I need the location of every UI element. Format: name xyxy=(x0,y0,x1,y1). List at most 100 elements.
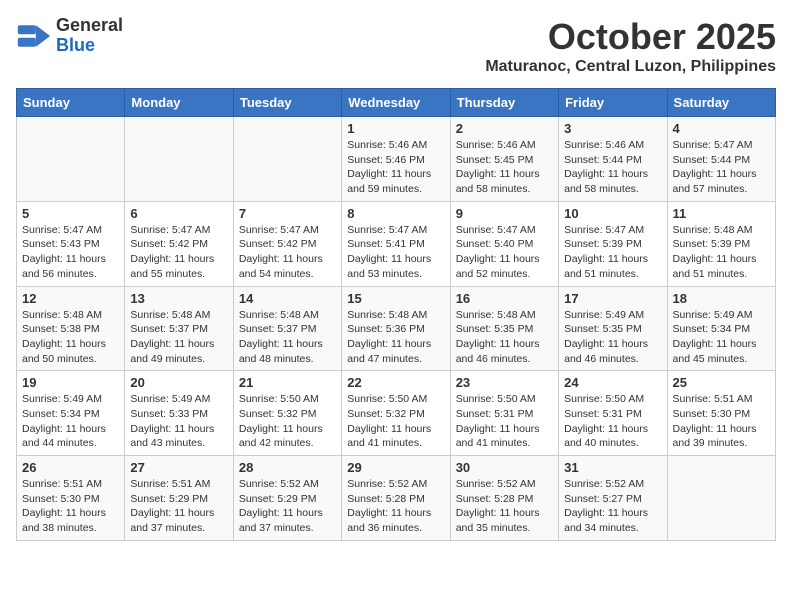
calendar-cell: 12Sunrise: 5:48 AM Sunset: 5:38 PM Dayli… xyxy=(17,286,125,371)
day-info: Sunrise: 5:47 AM Sunset: 5:39 PM Dayligh… xyxy=(564,223,661,282)
day-number: 11 xyxy=(673,206,770,221)
calendar-cell: 10 Sunrise: 5:47 AM Sunset: 5:39 PM Dayli… xyxy=(559,201,667,286)
day-number: 15 xyxy=(347,291,444,306)
day-number: 14 xyxy=(239,291,336,306)
day-info: Sunrise: 5:50 AM Sunset: 5:32 PM Dayligh… xyxy=(347,392,444,451)
day-number: 10 xyxy=(564,206,661,221)
calendar-week-1: 1 Sunrise: 5:46 AM Sunset: 5:46 PM Daylig… xyxy=(17,117,776,202)
logo-icon xyxy=(16,18,52,54)
calendar-cell xyxy=(667,456,775,541)
day-number: 23 xyxy=(456,375,553,390)
weekday-header-thursday: Thursday xyxy=(450,89,558,117)
calendar-cell: 31Sunrise: 5:52 AM Sunset: 5:27 PM Dayli… xyxy=(559,456,667,541)
calendar-cell: 7 Sunrise: 5:47 AM Sunset: 5:42 PM Daylig… xyxy=(233,201,341,286)
calendar-cell: 4Sunrise: 5:47 AM Sunset: 5:44 PM Daylig… xyxy=(667,117,775,202)
day-number: 5 xyxy=(22,206,119,221)
day-number: 18 xyxy=(673,291,770,306)
day-number: 16 xyxy=(456,291,553,306)
day-info: Sunrise: 5:47 AM Sunset: 5:40 PM Dayligh… xyxy=(456,223,553,282)
calendar-cell: 21 Sunrise: 5:50 AM Sunset: 5:32 PM Dayli… xyxy=(233,371,341,456)
day-info: Sunrise: 5:50 AM Sunset: 5:32 PM Dayligh… xyxy=(239,392,336,451)
calendar-cell: 17Sunrise: 5:49 AM Sunset: 5:35 PM Dayli… xyxy=(559,286,667,371)
day-number: 13 xyxy=(130,291,227,306)
day-number: 3 xyxy=(564,121,661,136)
calendar-cell: 27Sunrise: 5:51 AM Sunset: 5:29 PM Dayli… xyxy=(125,456,233,541)
day-number: 7 xyxy=(239,206,336,221)
calendar-cell: 3 Sunrise: 5:46 AM Sunset: 5:44 PM Daylig… xyxy=(559,117,667,202)
calendar-week-2: 5Sunrise: 5:47 AM Sunset: 5:43 PM Daylig… xyxy=(17,201,776,286)
calendar-cell: 6Sunrise: 5:47 AM Sunset: 5:42 PM Daylig… xyxy=(125,201,233,286)
day-info: Sunrise: 5:52 AM Sunset: 5:27 PM Dayligh… xyxy=(564,477,661,536)
day-info: Sunrise: 5:50 AM Sunset: 5:31 PM Dayligh… xyxy=(564,392,661,451)
calendar-cell: 11 Sunrise: 5:48 AM Sunset: 5:39 PM Dayli… xyxy=(667,201,775,286)
day-info: Sunrise: 5:48 AM Sunset: 5:36 PM Dayligh… xyxy=(347,308,444,367)
day-number: 27 xyxy=(130,460,227,475)
day-info: Sunrise: 5:48 AM Sunset: 5:39 PM Dayligh… xyxy=(673,223,770,282)
day-number: 22 xyxy=(347,375,444,390)
calendar-cell: 14 Sunrise: 5:48 AM Sunset: 5:37 PM Dayli… xyxy=(233,286,341,371)
day-number: 24 xyxy=(564,375,661,390)
day-number: 2 xyxy=(456,121,553,136)
calendar-table: SundayMondayTuesdayWednesdayThursdayFrid… xyxy=(16,88,776,541)
calendar-week-5: 26 Sunrise: 5:51 AM Sunset: 5:30 PM Dayli… xyxy=(17,456,776,541)
calendar-cell: 8 Sunrise: 5:47 AM Sunset: 5:41 PM Daylig… xyxy=(342,201,450,286)
day-info: Sunrise: 5:49 AM Sunset: 5:33 PM Dayligh… xyxy=(130,392,227,451)
day-info: Sunrise: 5:46 AM Sunset: 5:46 PM Dayligh… xyxy=(347,138,444,197)
calendar-cell: 13 Sunrise: 5:48 AM Sunset: 5:37 PM Dayli… xyxy=(125,286,233,371)
calendar-cell: 15 Sunrise: 5:48 AM Sunset: 5:36 PM Dayli… xyxy=(342,286,450,371)
calendar-cell: 20Sunrise: 5:49 AM Sunset: 5:33 PM Dayli… xyxy=(125,371,233,456)
day-info: Sunrise: 5:47 AM Sunset: 5:41 PM Dayligh… xyxy=(347,223,444,282)
weekday-header-saturday: Saturday xyxy=(667,89,775,117)
day-number: 9 xyxy=(456,206,553,221)
calendar-cell: 1 Sunrise: 5:46 AM Sunset: 5:46 PM Daylig… xyxy=(342,117,450,202)
day-info: Sunrise: 5:48 AM Sunset: 5:37 PM Dayligh… xyxy=(130,308,227,367)
day-info: Sunrise: 5:46 AM Sunset: 5:45 PM Dayligh… xyxy=(456,138,553,197)
day-info: Sunrise: 5:48 AM Sunset: 5:38 PM Dayligh… xyxy=(22,308,119,367)
logo-line1: General xyxy=(56,15,123,35)
day-info: Sunrise: 5:48 AM Sunset: 5:37 PM Dayligh… xyxy=(239,308,336,367)
calendar-cell xyxy=(17,117,125,202)
calendar-cell: 23 Sunrise: 5:50 AM Sunset: 5:31 PM Dayli… xyxy=(450,371,558,456)
month-title: October 2025 xyxy=(485,16,776,58)
calendar-body: 1 Sunrise: 5:46 AM Sunset: 5:46 PM Daylig… xyxy=(17,117,776,541)
day-info: Sunrise: 5:52 AM Sunset: 5:29 PM Dayligh… xyxy=(239,477,336,536)
calendar-cell: 9 Sunrise: 5:47 AM Sunset: 5:40 PM Daylig… xyxy=(450,201,558,286)
day-number: 6 xyxy=(130,206,227,221)
title-block: October 2025 Maturanoc, Central Luzon, P… xyxy=(485,16,776,76)
calendar-cell xyxy=(125,117,233,202)
calendar-week-4: 19 Sunrise: 5:49 AM Sunset: 5:34 PM Dayli… xyxy=(17,371,776,456)
day-number: 1 xyxy=(347,121,444,136)
location: Maturanoc, Central Luzon, Philippines xyxy=(485,58,776,76)
day-number: 19 xyxy=(22,375,119,390)
day-number: 28 xyxy=(239,460,336,475)
day-info: Sunrise: 5:52 AM Sunset: 5:28 PM Dayligh… xyxy=(347,477,444,536)
calendar-cell xyxy=(233,117,341,202)
day-info: Sunrise: 5:47 AM Sunset: 5:42 PM Dayligh… xyxy=(239,223,336,282)
day-number: 25 xyxy=(673,375,770,390)
day-number: 29 xyxy=(347,460,444,475)
calendar-cell: 5Sunrise: 5:47 AM Sunset: 5:43 PM Daylig… xyxy=(17,201,125,286)
day-number: 30 xyxy=(456,460,553,475)
day-info: Sunrise: 5:46 AM Sunset: 5:44 PM Dayligh… xyxy=(564,138,661,197)
day-info: Sunrise: 5:52 AM Sunset: 5:28 PM Dayligh… xyxy=(456,477,553,536)
weekday-row: SundayMondayTuesdayWednesdayThursdayFrid… xyxy=(17,89,776,117)
calendar-cell: 24 Sunrise: 5:50 AM Sunset: 5:31 PM Dayli… xyxy=(559,371,667,456)
weekday-header-friday: Friday xyxy=(559,89,667,117)
weekday-header-tuesday: Tuesday xyxy=(233,89,341,117)
calendar-cell: 19 Sunrise: 5:49 AM Sunset: 5:34 PM Dayli… xyxy=(17,371,125,456)
calendar-cell: 2 Sunrise: 5:46 AM Sunset: 5:45 PM Daylig… xyxy=(450,117,558,202)
calendar-cell: 16Sunrise: 5:48 AM Sunset: 5:35 PM Dayli… xyxy=(450,286,558,371)
day-number: 26 xyxy=(22,460,119,475)
logo-line2: Blue xyxy=(56,35,95,55)
calendar-header: SundayMondayTuesdayWednesdayThursdayFrid… xyxy=(17,89,776,117)
day-number: 21 xyxy=(239,375,336,390)
weekday-header-sunday: Sunday xyxy=(17,89,125,117)
day-info: Sunrise: 5:49 AM Sunset: 5:34 PM Dayligh… xyxy=(22,392,119,451)
calendar-cell: 30 Sunrise: 5:52 AM Sunset: 5:28 PM Dayli… xyxy=(450,456,558,541)
day-number: 8 xyxy=(347,206,444,221)
logo: General Blue xyxy=(16,16,123,56)
day-info: Sunrise: 5:51 AM Sunset: 5:30 PM Dayligh… xyxy=(22,477,119,536)
day-info: Sunrise: 5:50 AM Sunset: 5:31 PM Dayligh… xyxy=(456,392,553,451)
calendar-cell: 25Sunrise: 5:51 AM Sunset: 5:30 PM Dayli… xyxy=(667,371,775,456)
weekday-header-wednesday: Wednesday xyxy=(342,89,450,117)
